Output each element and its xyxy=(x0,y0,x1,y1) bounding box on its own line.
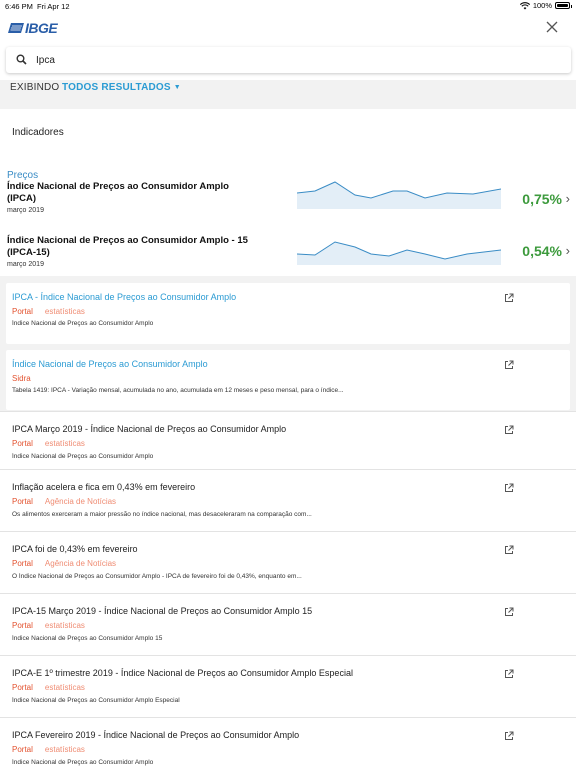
top-bar: IBGE xyxy=(0,14,576,44)
status-time: 6:46 PM xyxy=(5,2,33,11)
indicator-sparkline xyxy=(297,241,501,265)
result-tags: Portal estatísticas xyxy=(12,745,85,754)
result-title: IPCA-E 1º trimestre 2019 - Índice Nacion… xyxy=(12,668,353,678)
result-description: Índice Nacional de Preços ao Consumidor … xyxy=(12,453,154,460)
result-tags: Portal estatísticas xyxy=(12,307,85,316)
external-link-icon[interactable] xyxy=(504,425,514,435)
result-type: estatísticas xyxy=(44,621,85,630)
result-description: Os alimentos exerceram a maior pressão n… xyxy=(12,511,312,518)
status-date: Fri Apr 12 xyxy=(37,2,70,11)
result-type: Agência de Notícias xyxy=(44,559,117,568)
battery-percent: 100% xyxy=(532,1,552,10)
status-right: 100% xyxy=(519,1,572,10)
result-source: Sidra xyxy=(12,374,31,383)
result-source: Portal xyxy=(12,683,33,692)
result-description: Índice Nacional de Preços ao Consumidor … xyxy=(12,759,154,766)
external-link-icon[interactable] xyxy=(504,483,514,493)
indicator-value: 0,75% xyxy=(522,191,562,207)
result-source: Portal xyxy=(12,497,33,506)
result-row[interactable]: IPCA Fevereiro 2019 - Índice Nacional de… xyxy=(0,717,576,768)
external-link-icon[interactable] xyxy=(504,293,514,303)
filter-selected: TODOS RESULTADOS xyxy=(62,82,171,93)
result-title: IPCA - Índice Nacional de Preços ao Cons… xyxy=(12,292,237,302)
indicator-date: março 2019 xyxy=(7,207,44,214)
result-description: Índice Nacional de Preços ao Consumidor … xyxy=(12,635,163,642)
result-tags: Portal estatísticas xyxy=(12,683,85,692)
indicator-item-ipca15[interactable]: Índice Nacional de Preços ao Consumidor … xyxy=(0,235,576,277)
indicator-date: março 2019 xyxy=(7,261,44,268)
result-title: IPCA Fevereiro 2019 - Índice Nacional de… xyxy=(12,730,300,740)
result-tags: Portal estatísticas xyxy=(12,621,85,630)
result-type: estatísticas xyxy=(44,683,85,692)
indicator-name: Índice Nacional de Preços ao Consumidor … xyxy=(7,181,229,204)
result-type: estatísticas xyxy=(44,745,85,754)
result-tags: Portal estatísticas xyxy=(12,439,85,448)
result-description: Tabela 1419: IPCA - Variação mensal, acu… xyxy=(12,387,344,394)
status-bar: 6:46 PM Fri Apr 12 100% xyxy=(0,0,576,14)
result-source: Portal xyxy=(12,307,33,316)
result-source: Portal xyxy=(12,559,33,568)
results-filter-dropdown[interactable]: TODOS RESULTADOS ▼ xyxy=(62,82,181,93)
indicator-name: Índice Nacional de Preços ao Consumidor … xyxy=(7,235,248,258)
external-link-icon[interactable] xyxy=(504,545,514,555)
wifi-icon xyxy=(519,1,530,9)
indicator-item-ipca[interactable]: Índice Nacional de Preços ao Consumidor … xyxy=(0,181,576,223)
chevron-right-icon: › xyxy=(565,191,570,206)
indicators-panel: Indicadores Preços Índice Nacional de Pr… xyxy=(0,109,576,276)
result-title: Índice Nacional de Preços ao Consumidor … xyxy=(12,359,208,369)
search-input[interactable] xyxy=(36,51,556,69)
external-link-icon[interactable] xyxy=(504,607,514,617)
chevron-right-icon: › xyxy=(565,243,570,258)
result-tags: Sidra xyxy=(12,374,31,383)
indicator-value: 0,54% xyxy=(522,243,562,259)
result-row[interactable]: IPCA-E 1º trimestre 2019 - Índice Nacion… xyxy=(0,655,576,717)
caret-down-icon: ▼ xyxy=(173,84,181,91)
indicators-heading: Indicadores xyxy=(12,127,64,138)
search-icon xyxy=(16,54,27,65)
result-tags: Portal Agência de Notícias xyxy=(12,559,116,568)
result-row[interactable]: IPCA foi de 0,43% em fevereiro Portal Ag… xyxy=(0,531,576,593)
indicator-sparkline xyxy=(297,181,501,209)
indicator-category: Preços xyxy=(7,170,39,181)
result-type: Agência de Notícias xyxy=(44,497,117,506)
result-type: estatísticas xyxy=(44,439,85,448)
external-link-icon[interactable] xyxy=(504,360,514,370)
logo-mark-icon xyxy=(8,23,24,33)
search-box[interactable] xyxy=(6,47,571,73)
close-icon[interactable] xyxy=(544,19,560,35)
result-type: estatísticas xyxy=(44,307,85,316)
external-link-icon[interactable] xyxy=(504,669,514,679)
battery-icon xyxy=(555,2,572,9)
external-link-icon[interactable] xyxy=(504,731,514,741)
filter-row: EXIBINDO TODOS RESULTADOS ▼ xyxy=(0,80,576,108)
result-source: Portal xyxy=(12,745,33,754)
result-card[interactable]: IPCA - Índice Nacional de Preços ao Cons… xyxy=(6,283,570,344)
result-description: O Índice Nacional de Preços ao Consumido… xyxy=(12,573,302,580)
result-title: IPCA foi de 0,43% em fevereiro xyxy=(12,544,138,554)
ibge-logo: IBGE xyxy=(8,20,58,36)
result-row[interactable]: IPCA Março 2019 - Índice Nacional de Pre… xyxy=(0,411,576,469)
result-source: Portal xyxy=(12,621,33,630)
result-row[interactable]: IPCA-15 Março 2019 - Índice Nacional de … xyxy=(0,593,576,655)
result-tags: Portal Agência de Notícias xyxy=(12,497,116,506)
result-row[interactable]: Inflação acelera e fica em 0,43% em feve… xyxy=(0,469,576,531)
result-title: IPCA-15 Março 2019 - Índice Nacional de … xyxy=(12,606,313,616)
result-card[interactable]: Índice Nacional de Preços ao Consumidor … xyxy=(6,350,570,410)
filter-label: EXIBINDO xyxy=(10,82,60,93)
logo-text: IBGE xyxy=(25,20,58,36)
search-area xyxy=(0,44,576,80)
result-description: Índice Nacional de Preços ao Consumidor … xyxy=(12,320,154,327)
result-source: Portal xyxy=(12,439,33,448)
result-description: Índice Nacional de Preços ao Consumidor … xyxy=(12,697,180,704)
result-title: Inflação acelera e fica em 0,43% em feve… xyxy=(12,482,196,492)
result-title: IPCA Março 2019 - Índice Nacional de Pre… xyxy=(12,424,287,434)
